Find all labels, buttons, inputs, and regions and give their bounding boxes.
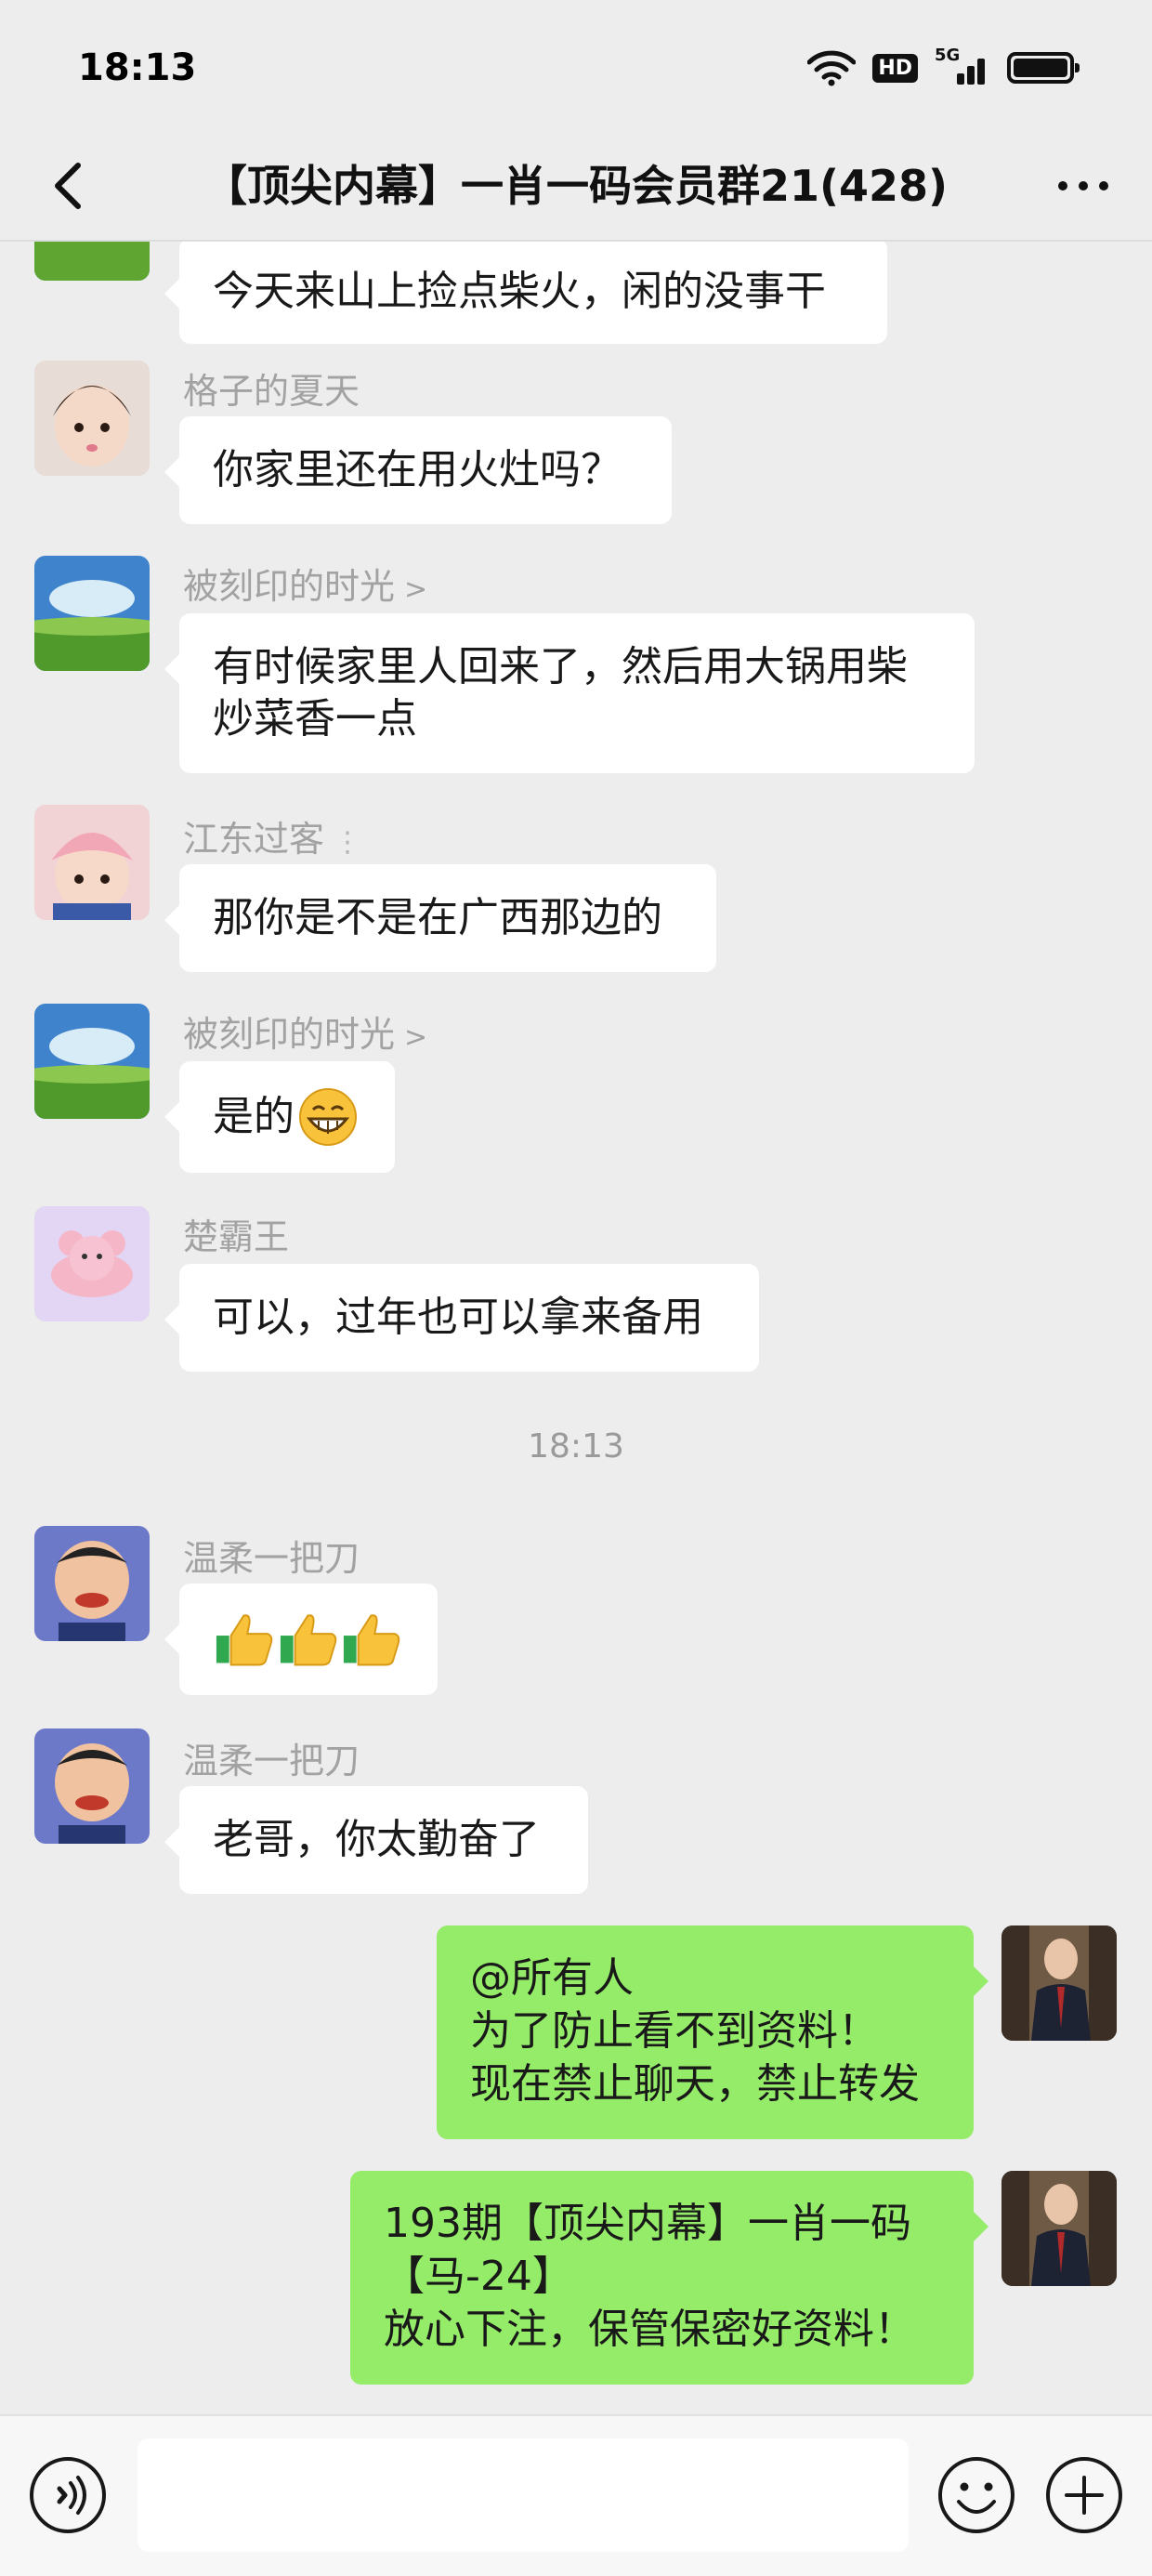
more-button[interactable]: [1046, 158, 1120, 214]
message-bubble[interactable]: 可以，过年也可以拿来备用: [164, 1264, 759, 1372]
emoji-button[interactable]: [936, 2455, 1016, 2535]
thumbs-up-icon: [280, 1614, 336, 1666]
message-bubble[interactable]: 那你是不是在广西那边的: [164, 864, 716, 972]
plus-button[interactable]: [1044, 2455, 1124, 2535]
avatar[interactable]: [34, 1206, 150, 1321]
battery-icon: [1007, 52, 1080, 84]
wifi-icon: [807, 50, 857, 86]
message-bubble[interactable]: 今天来山上捡点柴火，闲的没事干: [164, 242, 887, 344]
status-icons: HD 5G: [807, 45, 1080, 91]
sender-name: 江东过客 ⋮: [183, 819, 362, 860]
avatar[interactable]: [34, 1728, 150, 1844]
message-bubble[interactable]: 是的: [164, 1061, 395, 1173]
thumbs-up-icon: [216, 1614, 273, 1666]
avatar[interactable]: [34, 556, 150, 671]
network-label: 5G: [935, 46, 961, 65]
my-avatar[interactable]: [1001, 2171, 1117, 2286]
sender-name: 温柔一把刀: [183, 1538, 360, 1579]
chevron-right-icon: >: [404, 1021, 428, 1054]
chevron-left-icon: [55, 163, 81, 209]
plus-icon: [1065, 2476, 1104, 2515]
more-dots-icon: [1058, 181, 1067, 191]
sender-name: 温柔一把刀: [183, 1741, 360, 1781]
avatar[interactable]: [34, 1526, 150, 1641]
my-message-bubble[interactable]: 193期【顶尖内幕】一肖一码 【马-24】 放心下注，保管保密好资料！: [350, 2171, 988, 2385]
sender-name: 被刻印的时光 >: [183, 1014, 428, 1055]
status-bar: 18:13 HD 5G: [0, 0, 1152, 130]
sender-name: 格子的夏天: [183, 371, 360, 412]
grin-emoji: [299, 1088, 357, 1146]
avatar[interactable]: [34, 242, 150, 281]
emoji-icon: [957, 2482, 996, 2514]
chat-title: 【顶尖内幕】一肖一码会员群21(428): [203, 161, 949, 211]
voice-icon: [57, 2476, 86, 2515]
signal-5g-icon: 5G: [935, 46, 990, 88]
chat-message-list[interactable]: 今天来山上捡点柴火，闲的没事干 格子的夏天 你家里还在用火灶吗？ 被刻印的时光 >…: [0, 242, 1152, 2414]
voice-button[interactable]: [28, 2455, 108, 2535]
thumbs-up-icon: [344, 1614, 400, 1666]
input-bar: [0, 2414, 1152, 2576]
message-bubble[interactable]: 老哥，你太勤奋了: [164, 1786, 588, 1894]
hd-badge: HD: [872, 53, 918, 83]
avatar[interactable]: [34, 1004, 150, 1119]
chevron-right-icon: >: [404, 573, 428, 606]
message-input[interactable]: [137, 2438, 909, 2552]
avatar[interactable]: [34, 361, 150, 476]
sender-name: 楚霸王: [183, 1216, 290, 1257]
message-bubble[interactable]: 你家里还在用火灶吗？: [164, 416, 672, 524]
more-icon: ⋮: [334, 826, 362, 859]
timestamp: 18:13: [528, 1427, 624, 1465]
my-avatar[interactable]: [1001, 1925, 1117, 2041]
message-bubble[interactable]: [164, 1584, 438, 1695]
nav-bar: 【顶尖内幕】一肖一码会员群21(428): [0, 130, 1152, 242]
sender-name: 被刻印的时光 >: [183, 566, 428, 607]
status-time: 18:13: [78, 46, 197, 89]
back-button[interactable]: [33, 149, 108, 223]
message-bubble[interactable]: 有时候家里人回来了，然后用大锅用柴 炒菜香一点: [164, 613, 975, 773]
avatar[interactable]: [34, 805, 150, 920]
my-message-bubble[interactable]: @所有人 为了防止看不到资料！ 现在禁止聊天，禁止转发: [437, 1925, 988, 2139]
